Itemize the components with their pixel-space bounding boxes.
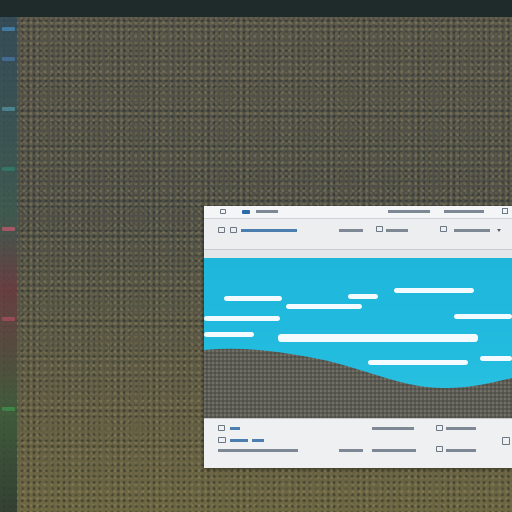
dock-item[interactable] [2,227,15,231]
pencil-icon[interactable] [218,227,225,233]
image-icon[interactable] [376,226,383,232]
panel-block [218,449,298,452]
folder-icon[interactable] [230,227,237,233]
panel-block [446,427,476,430]
panel-block [230,439,248,442]
bottom-panel [204,418,512,468]
window-titlebar[interactable] [204,206,512,219]
window-title-block [242,210,250,214]
dock-item[interactable] [2,317,15,321]
toolbar-block [454,229,490,232]
image-viewer-window[interactable] [204,206,512,468]
cloud [286,304,362,309]
cloud [224,296,282,301]
image-icon[interactable] [218,425,225,431]
dock [0,17,17,512]
panel-block [339,449,363,452]
panel-block [252,439,264,442]
toolbar-block [241,229,297,232]
image-canvas[interactable] [204,258,512,418]
dropdown-icon[interactable] [497,229,501,232]
dock-item[interactable] [2,107,15,111]
gear-icon[interactable] [502,437,510,445]
dock-item[interactable] [2,27,15,31]
toolbar-block [386,229,408,232]
image-icon[interactable] [436,446,443,452]
gear-icon[interactable] [436,425,443,431]
dock-item[interactable] [2,167,15,171]
top-menu-bar [0,0,512,18]
cloud [454,314,512,319]
cloud [204,316,280,321]
cloud [394,288,474,293]
window-title-block [444,210,484,213]
panel-block [372,427,414,430]
dock-item[interactable] [2,57,15,61]
window-icon [220,209,226,214]
window-title-block [388,210,430,213]
panel-block [372,449,416,452]
dock-item[interactable] [2,407,15,411]
cloud [204,332,254,337]
close-icon[interactable] [502,208,508,214]
toolbar [204,219,512,250]
gear-icon[interactable] [440,226,447,232]
toolbar-block [339,229,363,232]
panel-block [446,449,476,452]
folder-icon[interactable] [218,437,226,443]
cloud [348,294,378,299]
panel-block [230,427,240,430]
window-title-block [256,210,278,213]
hillside [204,348,512,418]
